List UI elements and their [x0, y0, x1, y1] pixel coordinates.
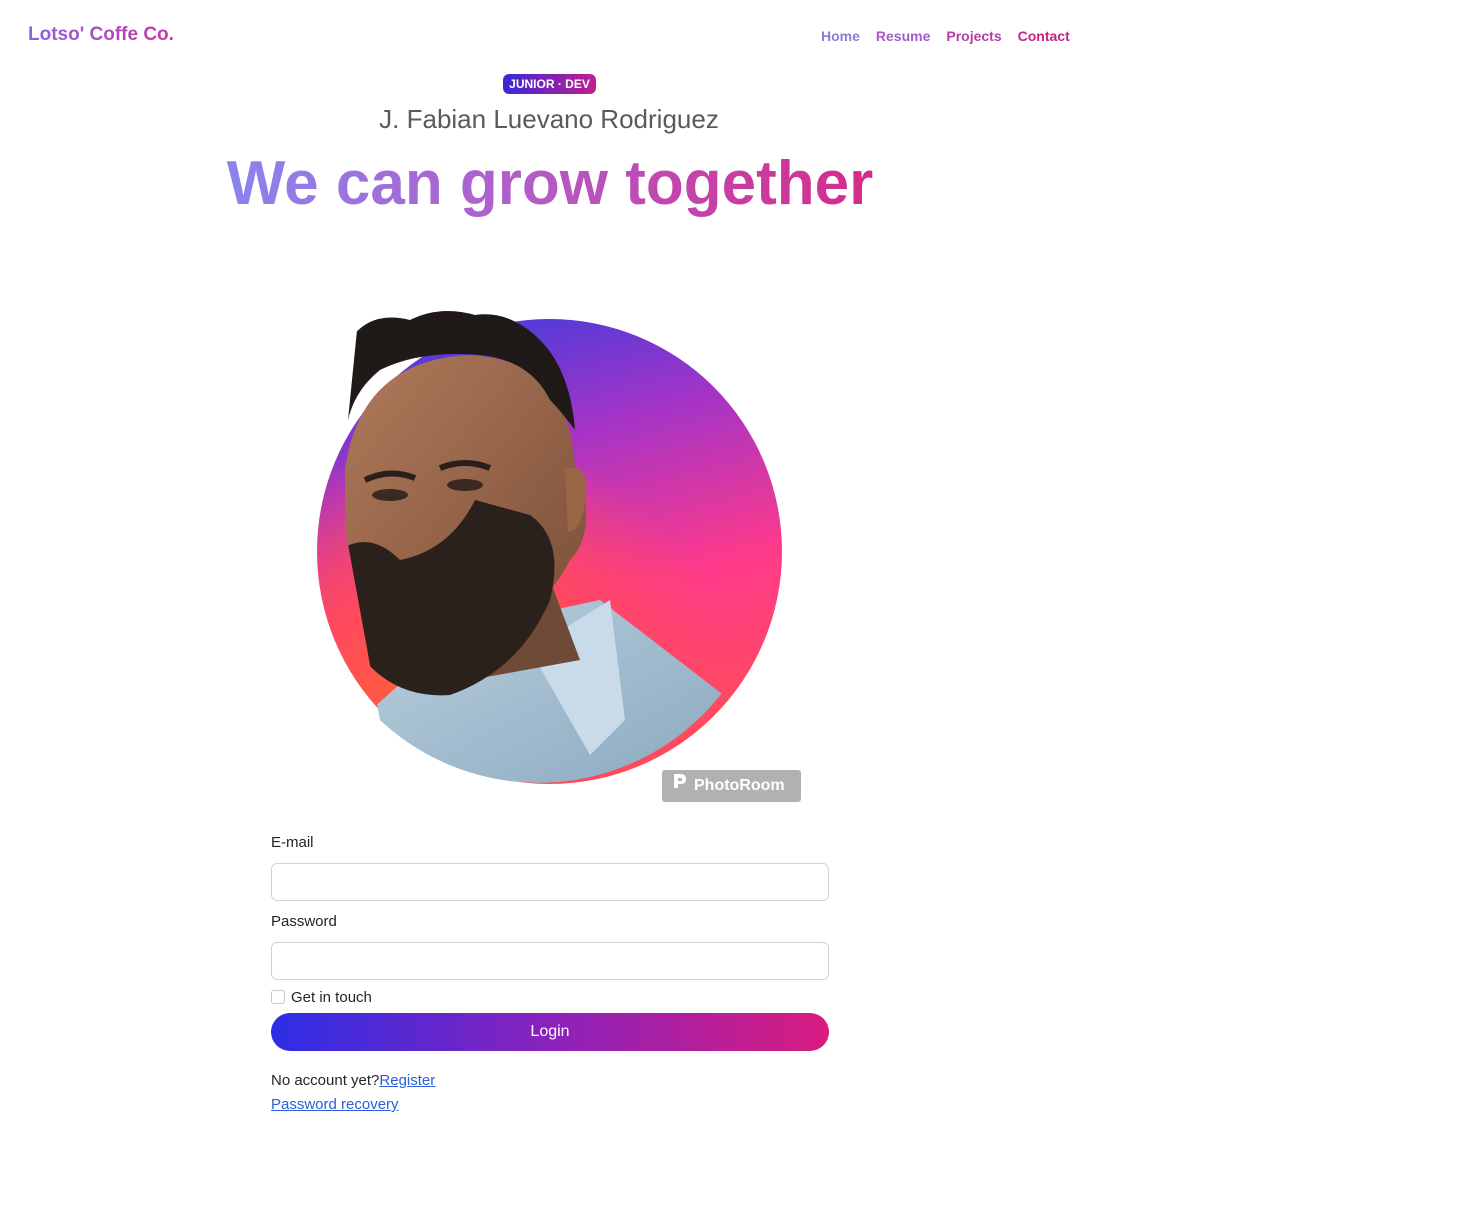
password-label: Password — [271, 913, 337, 930]
nav-link-contact[interactable]: Contact — [1010, 28, 1078, 44]
no-account-text: No account yet? — [271, 1072, 380, 1089]
register-link[interactable]: Register — [379, 1072, 435, 1089]
password-recovery-link[interactable]: Password recovery — [271, 1096, 399, 1113]
brand-logo[interactable]: Lotso' Coffe Co. — [28, 24, 174, 46]
register-row: No account yet?Register — [271, 1069, 829, 1093]
login-form: E-mail Password Get in touch Login No ac… — [271, 832, 829, 1117]
photoroom-watermark: PhotoRoom — [662, 770, 801, 802]
eye-right — [447, 479, 483, 491]
navbar: Lotso' Coffe Co. Home Resume Projects Co… — [0, 0, 1460, 72]
person-name: J. Fabian Luevano Rodriguez — [379, 104, 719, 134]
photoroom-logo-icon — [672, 770, 688, 802]
profile-portrait: PhotoRoom — [300, 300, 810, 810]
recovery-row: Password recovery — [271, 1093, 829, 1117]
get-in-touch-checkbox[interactable] — [271, 990, 285, 1004]
eye-left — [372, 489, 408, 501]
nav-link-projects[interactable]: Projects — [938, 28, 1009, 44]
account-links: No account yet?Register Password recover… — [271, 1069, 829, 1117]
get-in-touch-label: Get in touch — [291, 988, 372, 1006]
headline-text: We can grow together — [226, 149, 874, 218]
nav-link-resume[interactable]: Resume — [868, 28, 938, 44]
page-headline: We can grow together — [150, 146, 950, 222]
password-field[interactable] — [271, 942, 829, 980]
watermark-text: PhotoRoom — [694, 777, 785, 794]
get-in-touch-row: Get in touch — [271, 987, 829, 1007]
email-label: E-mail — [271, 834, 314, 851]
nav-links: Home Resume Projects Contact — [813, 28, 1078, 44]
profile-photo — [340, 311, 730, 783]
email-field[interactable] — [271, 863, 829, 901]
nav-link-home[interactable]: Home — [813, 28, 868, 44]
role-badge: JUNIOR · DEV — [503, 74, 596, 94]
login-button[interactable]: Login — [271, 1013, 829, 1051]
